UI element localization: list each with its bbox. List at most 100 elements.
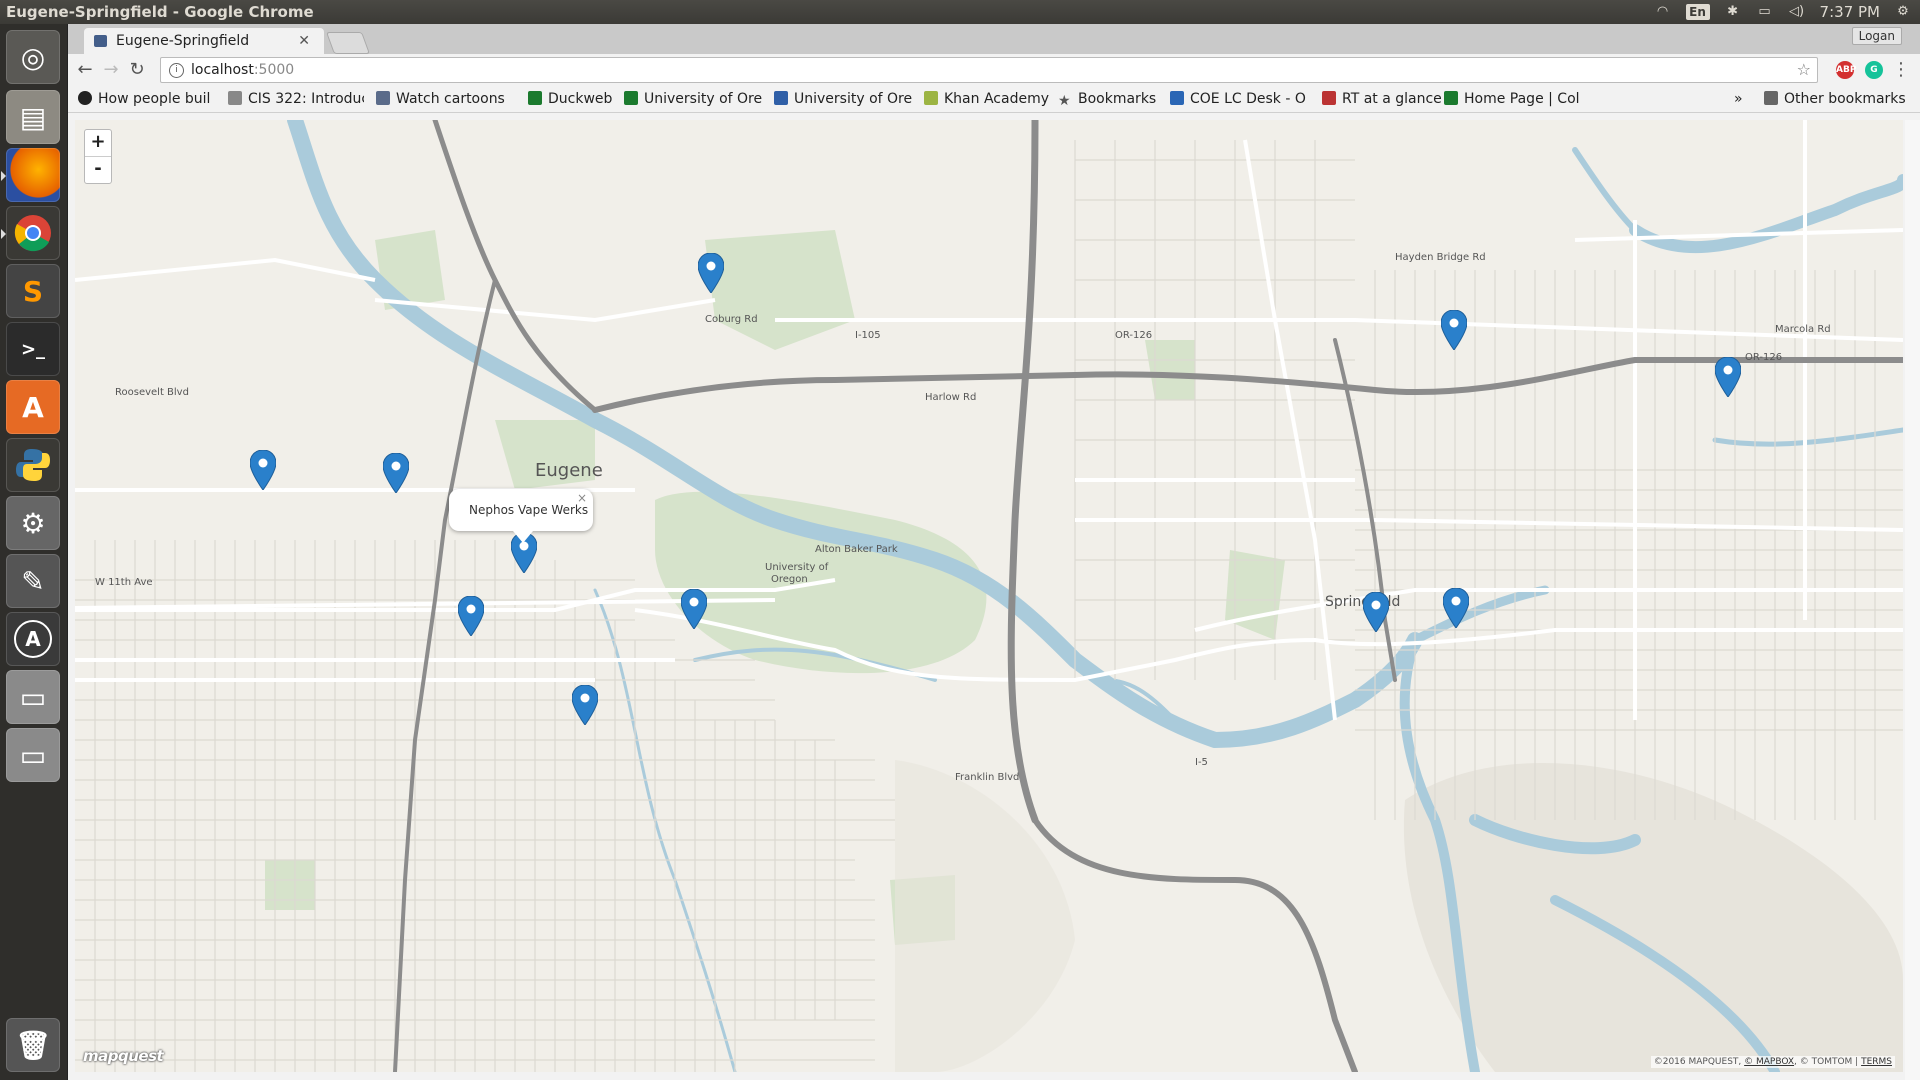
tab-title: Eugene-Springfield [116, 33, 250, 49]
bookmarks-overflow-button[interactable]: » [1734, 86, 1743, 112]
grammarly-icon[interactable]: G [1865, 61, 1883, 79]
bookmark-label: How people buil [98, 91, 211, 107]
map-attribution: ©2016 MAPQUEST, © MAPBOX, © TOMTOM | TER… [1650, 1056, 1895, 1068]
clock[interactable]: 7:37 PM [1820, 0, 1880, 24]
launcher-item-dash[interactable]: ◎ [6, 30, 60, 84]
bookmark-label: Watch cartoons c [396, 91, 508, 107]
updater-icon: A [14, 620, 52, 658]
launcher-item-gimp[interactable]: ✎ [6, 554, 60, 608]
bookmark-item[interactable]: RT at a glance [1322, 86, 1446, 112]
sublime-icon: S [22, 274, 44, 308]
bookmark-item[interactable]: CIS 322: Introduc [228, 86, 364, 112]
launcher-item-firefox[interactable] [6, 148, 60, 202]
marker-popup: Nephos Vape Werks × [449, 489, 593, 543]
system-tray: ◠ En ✱ ▭ ◁) 7:37 PM ⚙ [1654, 0, 1912, 24]
tab-close-icon[interactable]: ✕ [298, 28, 310, 54]
bookmark-item[interactable]: ★ Bookmarks [1058, 86, 1170, 112]
launcher-item-drive-2[interactable]: ▭ [6, 728, 60, 782]
bookmark-item[interactable]: Khan Academy [924, 86, 1052, 112]
map-marker[interactable] [1715, 357, 1741, 397]
svg-text:Oregon: Oregon [771, 574, 808, 585]
other-bookmarks-folder[interactable]: Other bookmarks [1764, 86, 1906, 112]
bookmark-item[interactable]: University of Ore [624, 86, 772, 112]
bookmark-label: COE LC Desk - Ou [1190, 91, 1306, 107]
launcher-item-drive-1[interactable]: ▭ [6, 670, 60, 724]
bookmark-label: University of Ore [794, 91, 913, 107]
launcher-item-updater[interactable]: A [6, 612, 60, 666]
bookmark-label: University of Ore [644, 91, 763, 107]
svg-text:Alton Baker Park: Alton Baker Park [815, 544, 898, 555]
launcher-item-python[interactable] [6, 438, 60, 492]
map-label-eugene: Eugene [535, 460, 603, 481]
info-icon[interactable]: i [169, 63, 184, 78]
site-icon [376, 91, 390, 105]
tab-strip: Eugene-Springfield ✕ Logan [68, 24, 1920, 54]
page-favicon-icon [94, 35, 107, 47]
keyboard-layout-indicator[interactable]: En [1685, 4, 1710, 20]
forward-arrow-icon[interactable]: → [100, 60, 122, 80]
mapquest-logo[interactable]: mapquest [83, 1047, 164, 1065]
site-icon [774, 91, 788, 105]
map-tiles: Eugene Springfield Alton Baker Park Univ… [75, 120, 1903, 1072]
battery-icon[interactable]: ▭ [1756, 5, 1774, 19]
outlook-icon [1170, 91, 1184, 105]
page-scrollbar[interactable] [1905, 120, 1920, 1080]
launcher-item-files[interactable]: ▤ [6, 90, 60, 144]
uo-icon [1444, 91, 1458, 105]
svg-text:I-5: I-5 [1195, 757, 1208, 768]
bookmark-item[interactable]: How people buil [78, 86, 212, 112]
map-canvas[interactable]: Eugene Springfield Alton Baker Park Univ… [75, 120, 1903, 1072]
bookmark-star-icon[interactable]: ☆ [1797, 58, 1811, 82]
map-marker[interactable] [458, 596, 484, 636]
window-title: Eugene-Springfield - Google Chrome [6, 3, 314, 21]
svg-text:Marcola Rd: Marcola Rd [1775, 324, 1831, 335]
gear-icon[interactable]: ⚙ [1894, 5, 1912, 19]
attribution-tomtom: , © TOMTOM | [1794, 1057, 1862, 1067]
bluetooth-icon[interactable]: ✱ [1724, 5, 1742, 19]
unity-launcher: ◎ ▤ S >_ A ⚙ ✎ A ▭ ▭ 🗑 [0, 24, 68, 1080]
back-arrow-icon[interactable]: ← [74, 60, 96, 80]
github-icon [78, 91, 92, 105]
bookmark-item[interactable]: Watch cartoons c [376, 86, 508, 112]
mapbox-link[interactable]: © MAPBOX [1744, 1057, 1794, 1067]
launcher-item-trash[interactable]: 🗑 [6, 1018, 60, 1072]
bookmark-item[interactable]: Duckweb [528, 86, 624, 112]
terms-link[interactable]: TERMS [1861, 1057, 1892, 1067]
zoom-out-button[interactable]: - [85, 157, 111, 183]
new-tab-button[interactable] [325, 32, 371, 54]
folder-icon [1764, 91, 1778, 105]
map-marker[interactable] [698, 253, 724, 293]
address-bar[interactable]: i localhost:5000 ☆ [160, 57, 1818, 83]
launcher-item-chrome[interactable] [6, 206, 60, 260]
bookmark-item[interactable]: Home Page | Coll [1444, 86, 1580, 112]
launcher-item-sublime[interactable]: S [6, 264, 60, 318]
map-marker[interactable] [383, 453, 409, 493]
tab-eugene-springfield[interactable]: Eugene-Springfield ✕ [84, 28, 324, 54]
map-marker[interactable] [1363, 592, 1389, 632]
map-marker[interactable] [572, 685, 598, 725]
chrome-menu-icon[interactable]: ⋮ [1890, 60, 1912, 80]
svg-text:Franklin Blvd: Franklin Blvd [955, 772, 1019, 783]
map-marker[interactable] [1441, 310, 1467, 350]
volume-icon[interactable]: ◁) [1788, 5, 1806, 19]
wifi-icon[interactable]: ◠ [1654, 5, 1672, 19]
map-marker[interactable] [1443, 588, 1469, 628]
file-cabinet-icon: ▤ [19, 100, 47, 134]
map-marker[interactable] [250, 450, 276, 490]
launcher-item-settings[interactable]: ⚙ [6, 496, 60, 550]
attribution-prefix: ©2016 MAPQUEST, [1653, 1057, 1745, 1067]
reload-icon[interactable]: ↻ [126, 60, 148, 80]
popup-close-button[interactable]: × [577, 491, 587, 505]
adblock-icon[interactable]: ABP [1836, 61, 1856, 79]
map-marker[interactable] [681, 589, 707, 629]
bookmark-label: Khan Academy [944, 91, 1049, 107]
launcher-item-terminal[interactable]: >_ [6, 322, 60, 376]
python-icon [16, 449, 50, 481]
trash-icon: 🗑 [15, 1028, 51, 1062]
bookmark-item[interactable]: University of Ore [774, 86, 922, 112]
launcher-item-software-center[interactable]: A [6, 380, 60, 434]
profile-button[interactable]: Logan [1851, 27, 1902, 45]
drive-icon: ▭ [19, 738, 47, 772]
bookmark-item[interactable]: COE LC Desk - Ou [1170, 86, 1306, 112]
zoom-in-button[interactable]: + [85, 130, 111, 157]
